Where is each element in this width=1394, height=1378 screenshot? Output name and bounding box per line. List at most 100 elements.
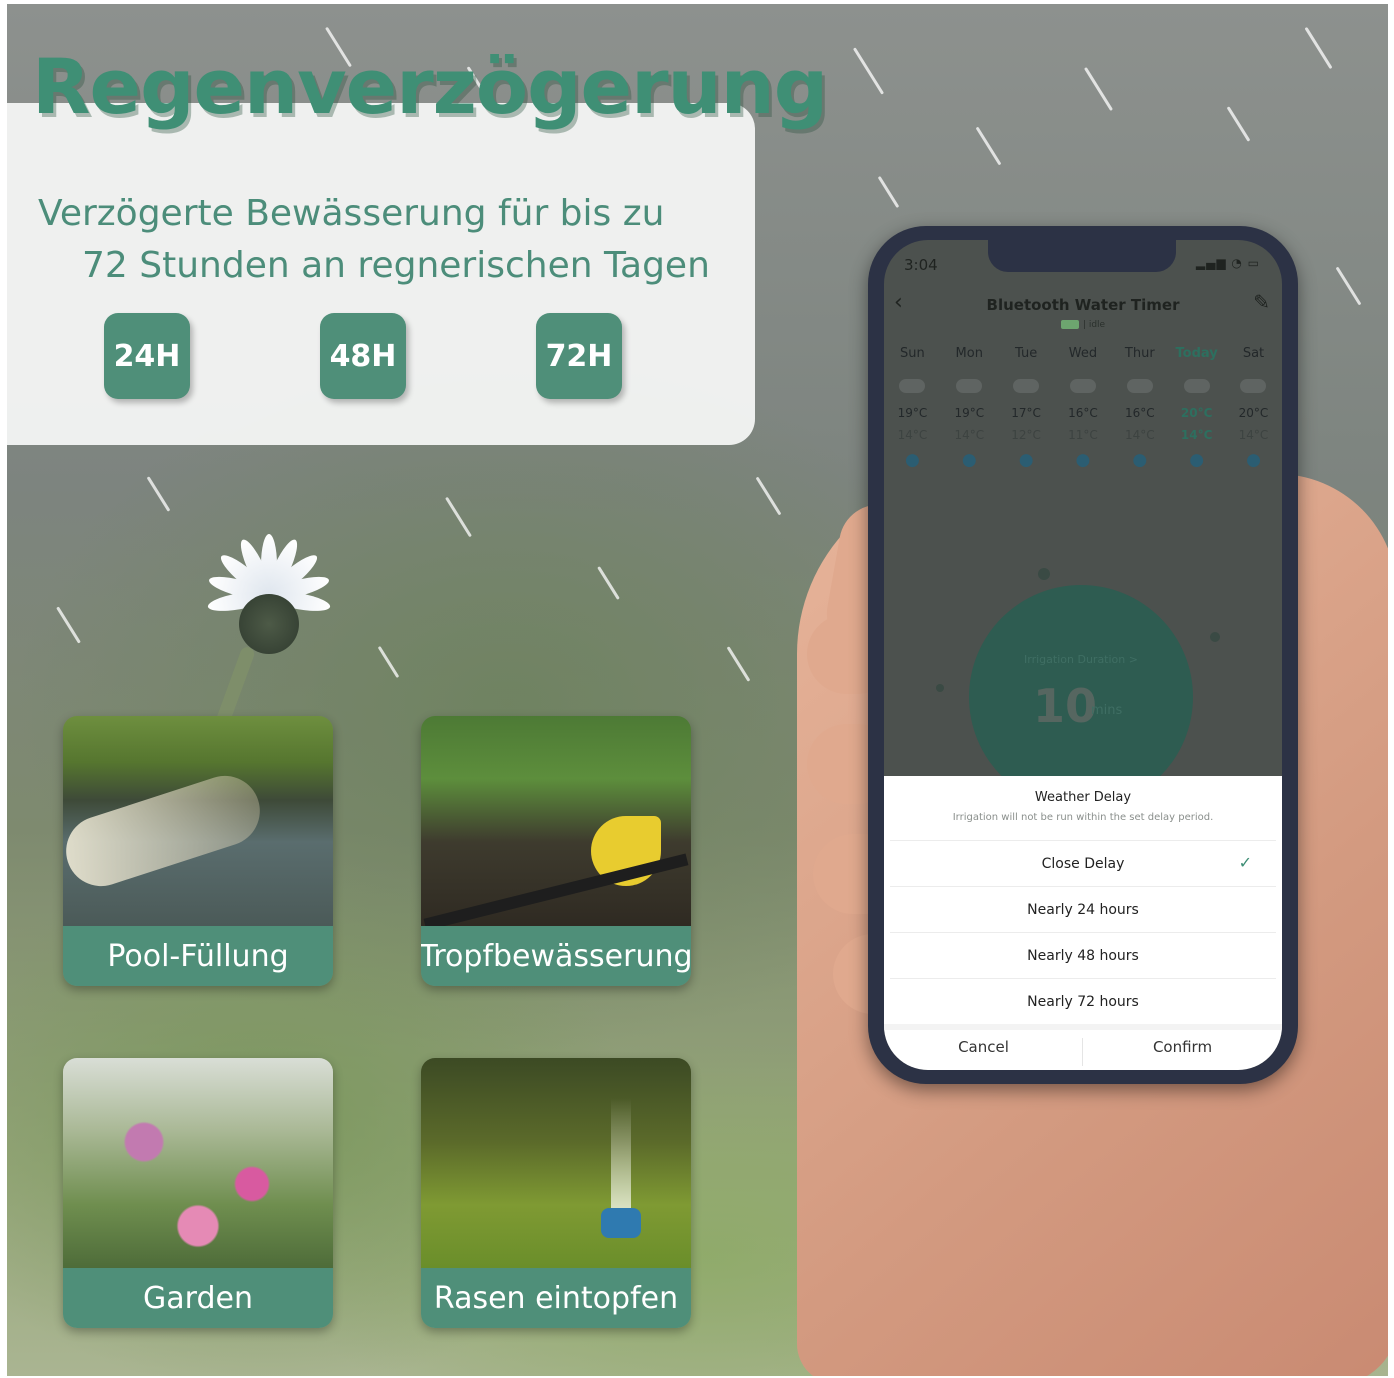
low-temp: 12°C — [1011, 428, 1041, 442]
low-temp: 14°C — [1124, 428, 1155, 442]
option-label: Close Delay — [1041, 855, 1125, 872]
high-temp: 16°C — [1068, 406, 1098, 420]
tile-label: Garden — [63, 1268, 333, 1328]
option-label: Nearly 24 hours — [1027, 901, 1139, 918]
low-temp: 14°C — [954, 428, 985, 442]
forecast-day: Mon 19°C 14°C ● — [941, 346, 998, 470]
rain-streak — [1226, 106, 1251, 142]
tile-label: Tropfbewässerung — [421, 926, 691, 986]
water-drop-icon: ● — [1246, 450, 1261, 470]
phone-notch — [988, 240, 1176, 272]
rain-streak — [877, 175, 900, 209]
cloud-icon — [941, 366, 998, 406]
dial-unit: mins — [1091, 703, 1123, 718]
water-drop-icon: ● — [1075, 450, 1091, 470]
option-48-hours[interactable]: Nearly 48 hours — [890, 932, 1276, 978]
cancel-button[interactable]: Cancel — [884, 1038, 1083, 1056]
tile-garden: Garden — [63, 1058, 333, 1328]
decor-dot — [1210, 632, 1220, 642]
day-name: Mon — [955, 346, 983, 361]
tile-lawn: Rasen eintopfen — [421, 1058, 691, 1328]
option-label: Nearly 72 hours — [1027, 993, 1139, 1010]
drip-image — [421, 716, 691, 931]
flower-center — [239, 594, 299, 654]
forecast-day: Thur 16°C 14°C ● — [1111, 346, 1168, 470]
option-close-delay[interactable]: Close Delay ✓ — [890, 840, 1276, 886]
status-time: 3:04 — [904, 256, 938, 274]
option-72-hours[interactable]: Nearly 72 hours — [890, 978, 1276, 1024]
water-drop-icon: ● — [905, 450, 920, 470]
sheet-divider — [884, 1024, 1282, 1030]
high-temp: 19°C — [954, 406, 985, 420]
day-name: Sun — [900, 346, 925, 361]
garden-image — [63, 1058, 333, 1268]
rain-streak — [377, 645, 400, 679]
sheet-title: Weather Delay — [1034, 790, 1132, 805]
water-jet — [63, 766, 269, 896]
high-temp: 17°C — [1011, 406, 1041, 420]
cloud-icon — [1168, 366, 1225, 406]
day-name: Today — [1175, 346, 1218, 361]
delay-24h-badge: 24H — [104, 313, 190, 399]
cloud-icon — [1111, 366, 1168, 406]
low-temp: 14°C — [897, 428, 928, 442]
signal-wifi-battery-icon: ▂▄▆ ◔ ▭ — [1195, 256, 1260, 270]
water-drop-icon: ● — [1018, 450, 1034, 470]
low-temp: 14°C — [1180, 428, 1213, 442]
lawn-image — [421, 1058, 691, 1268]
sheet-description: Irrigation will not be run within the se… — [952, 812, 1214, 823]
tile-drip-irrigation: Tropfbewässerung — [421, 716, 691, 986]
weather-delay-sheet: Weather Delay Irrigation will not be run… — [884, 776, 1282, 1070]
rain-streak — [1083, 67, 1114, 111]
subtitle-line-1: Verzögerte Bewässerung für bis zu — [38, 193, 665, 234]
rain-streak — [975, 126, 1002, 166]
option-24-hours[interactable]: Nearly 24 hours — [890, 886, 1276, 932]
weather-forecast: Sun 19°C 14°C ● Mon 19°C 14°C ● Tue 17°C… — [884, 346, 1282, 470]
water-drop-icon: ● — [961, 450, 977, 470]
rain-streak — [56, 606, 81, 644]
device-status: | idle — [884, 320, 1282, 330]
rain-streak — [1304, 26, 1333, 70]
subtitle: Verzögerte Bewässerung für bis zu 72 Stu… — [38, 188, 738, 292]
high-temp: 20°C — [1180, 406, 1213, 420]
high-temp: 16°C — [1124, 406, 1155, 420]
high-temp: 20°C — [1238, 406, 1269, 420]
day-name: Sat — [1242, 346, 1265, 361]
tile-pool-filling: Pool-Füllung — [63, 716, 333, 986]
phone-screen: 3:04 ▂▄▆ ◔ ▭ ‹ Bluetooth Water Timer | i… — [884, 240, 1282, 1070]
low-temp: 14°C — [1238, 428, 1269, 442]
decor-dot — [1038, 568, 1050, 580]
forecast-day: Sun 19°C 14°C ● — [884, 346, 941, 470]
day-name: Thur — [1124, 346, 1155, 361]
forecast-day: Tue 17°C 12°C ● — [998, 346, 1055, 470]
headline: Regenverzögerung — [32, 42, 828, 131]
decor-dot — [936, 684, 944, 692]
dial-value: 10 — [1033, 679, 1098, 733]
rain-streak — [1335, 266, 1362, 306]
dial-caption: Irrigation Duration > — [1024, 653, 1138, 666]
drip-hose — [423, 853, 689, 931]
subtitle-line-2: 72 Stunden an regnerischen Tagen — [82, 245, 710, 286]
rain-streak — [755, 476, 782, 516]
cloud-icon — [1055, 366, 1112, 406]
cloud-icon — [998, 366, 1055, 406]
tile-label: Pool-Füllung — [63, 926, 333, 986]
delay-72h-badge: 72H — [536, 313, 622, 399]
water-drop-icon: ● — [1189, 450, 1205, 470]
sprinkler — [601, 1208, 641, 1238]
pencil-icon[interactable]: ✎ — [1253, 290, 1270, 314]
rain-streak — [597, 566, 620, 600]
rain-streak — [726, 646, 751, 682]
high-temp: 19°C — [897, 406, 928, 420]
smartphone: 3:04 ▂▄▆ ◔ ▭ ‹ Bluetooth Water Timer | i… — [868, 226, 1298, 1084]
forecast-day: Wed 16°C 11°C ● — [1055, 346, 1112, 470]
checkmark-icon: ✓ — [1238, 853, 1252, 872]
water-drop-icon: ● — [1132, 450, 1148, 470]
device-status-text: idle — [1088, 320, 1106, 330]
option-label: Nearly 48 hours — [1027, 947, 1139, 964]
low-temp: 11°C — [1068, 428, 1098, 442]
cloud-icon — [884, 366, 941, 406]
battery-icon — [1060, 320, 1079, 329]
forecast-day: Sat 20°C 14°C ● — [1225, 346, 1282, 470]
confirm-button[interactable]: Confirm — [1083, 1038, 1282, 1056]
